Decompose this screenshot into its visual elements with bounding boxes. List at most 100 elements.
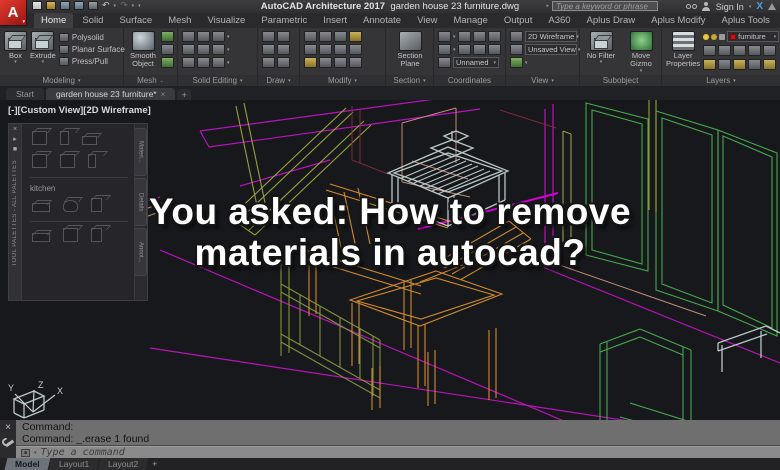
layer-match-icon[interactable] xyxy=(748,45,762,56)
tab-aplus-modify[interactable]: Aplus Modify xyxy=(644,13,712,28)
ucs-3point-icon[interactable] xyxy=(487,44,501,55)
extract-edges-icon[interactable] xyxy=(197,57,210,68)
viewport-config-icon[interactable] xyxy=(510,57,523,68)
ucs-icon[interactable]: Y Z X xyxy=(8,380,63,413)
rotate-icon[interactable] xyxy=(319,31,332,42)
tab-surface[interactable]: Surface xyxy=(112,13,159,28)
tab-output[interactable]: Output xyxy=(497,13,540,28)
layer-on-icon[interactable] xyxy=(703,33,710,40)
arc-icon[interactable] xyxy=(277,31,290,42)
file-tab-active[interactable]: garden house 23 furniture* × xyxy=(45,88,176,100)
polyline-icon[interactable] xyxy=(277,44,290,55)
circle-icon[interactable] xyxy=(262,44,275,55)
layer-on-all-icon[interactable] xyxy=(733,59,747,70)
layer-prev-icon[interactable] xyxy=(763,45,777,56)
sign-in-caret-icon[interactable]: ▾ xyxy=(749,4,752,10)
smooth-object-button[interactable]: Smooth Object xyxy=(128,31,158,69)
ucs-z-icon[interactable] xyxy=(487,31,501,42)
layer-unisolate-icon[interactable] xyxy=(703,59,717,70)
tab-home[interactable]: Home xyxy=(34,13,74,28)
layer-lock-icon[interactable] xyxy=(719,33,726,40)
exchange-apps-icon[interactable]: X xyxy=(756,1,763,12)
panel-label-modify[interactable]: Modify ▾ xyxy=(300,75,385,86)
rectangle-icon[interactable] xyxy=(262,57,275,68)
tab-visualize[interactable]: Visualize xyxy=(200,13,252,28)
palette-block-icon[interactable] xyxy=(32,131,47,145)
command-input[interactable]: ■ ▾ Type a command xyxy=(16,446,780,458)
palette-block-icon[interactable] xyxy=(82,136,97,145)
tab-manage[interactable]: Manage xyxy=(446,13,494,28)
intersect-icon[interactable] xyxy=(182,44,195,55)
search-input[interactable]: Type a keyword or phrase xyxy=(552,1,658,11)
tab-insert[interactable]: Insert xyxy=(316,13,354,28)
palette-tab-materials[interactable]: Materi... xyxy=(135,128,147,176)
visual-style-dropdown[interactable]: 2D Wireframe ▾ xyxy=(525,31,579,42)
press-pull-button[interactable]: Press/Pull xyxy=(58,57,125,66)
layer-off-icon[interactable] xyxy=(733,45,747,56)
palette-close-icon[interactable]: × xyxy=(13,126,17,133)
line-icon[interactable] xyxy=(262,31,275,42)
sign-in-button[interactable]: Sign In xyxy=(716,2,744,12)
close-file-icon[interactable]: × xyxy=(161,90,166,99)
interfere-icon[interactable] xyxy=(182,57,195,68)
tab-annotate[interactable]: Annotate xyxy=(356,13,408,28)
layer-thaw-icon[interactable] xyxy=(711,33,718,40)
command-customize-icon[interactable] xyxy=(3,438,14,448)
panel-label-coordinates[interactable]: Coordinates xyxy=(434,75,505,86)
array-icon[interactable] xyxy=(349,57,362,68)
tab-solid[interactable]: Solid xyxy=(75,13,110,28)
trim-icon[interactable] xyxy=(334,31,347,42)
stretch-icon[interactable] xyxy=(334,44,347,55)
layer-thaw-all-icon[interactable] xyxy=(718,59,732,70)
named-view-dropdown[interactable]: Unsaved View ▾ xyxy=(525,44,580,55)
fillet-icon[interactable] xyxy=(319,44,332,55)
panel-label-modeling[interactable]: Modeling ▾ xyxy=(0,75,123,86)
ucs-icon-button[interactable] xyxy=(438,31,451,42)
layer-properties-button[interactable]: Layer Properties xyxy=(666,31,700,69)
planar-surface-button[interactable]: Planar Surface xyxy=(58,45,125,54)
shell-icon[interactable] xyxy=(212,57,225,68)
box-button[interactable]: Box ▾ xyxy=(4,31,27,66)
layer-freeze-icon[interactable] xyxy=(718,45,732,56)
ucs-named-icon[interactable] xyxy=(438,57,451,68)
move-gizmo-button[interactable]: Move Gizmo ▾ xyxy=(624,31,658,74)
tab-view[interactable]: View xyxy=(410,13,444,28)
ucs-object-icon[interactable] xyxy=(457,44,471,55)
panel-label-view[interactable]: View ▾ xyxy=(506,75,579,86)
palette-block-icon[interactable] xyxy=(88,154,96,168)
new-drawing-button[interactable]: + xyxy=(177,89,192,100)
layout2-tab[interactable]: Layout2 xyxy=(97,458,149,470)
model-tab[interactable]: Model xyxy=(4,458,51,470)
panel-label-section[interactable]: Section ▾ xyxy=(386,75,433,86)
polysolid-button[interactable]: Polysolid xyxy=(58,33,125,42)
apps-icon[interactable] xyxy=(768,3,776,10)
layer-dropdown[interactable]: furniture ▾ xyxy=(727,31,780,42)
erase-icon[interactable] xyxy=(304,57,317,68)
union-icon[interactable] xyxy=(182,31,195,42)
panel-label-draw[interactable]: Draw ▾ xyxy=(258,75,299,86)
viewport-controls[interactable]: [-][Custom View][2D Wireframe] xyxy=(8,105,151,116)
ucs-origin-icon[interactable] xyxy=(472,31,486,42)
ucs-face-icon[interactable] xyxy=(472,44,486,55)
file-tab-start[interactable]: Start xyxy=(6,88,44,100)
search-collapse-icon[interactable]: ▸ xyxy=(546,3,549,9)
tab-mesh[interactable]: Mesh xyxy=(161,13,198,28)
mesh-tool-icon[interactable] xyxy=(161,44,174,55)
command-recent-icon[interactable]: ■ xyxy=(21,448,30,457)
command-close-icon[interactable]: × xyxy=(5,423,11,433)
mirror-icon[interactable] xyxy=(304,44,317,55)
tab-aplus-tools[interactable]: Aplus Tools xyxy=(715,13,777,28)
extrude-button[interactable]: Extrude ▾ xyxy=(30,31,56,66)
tab-parametric[interactable]: Parametric xyxy=(254,13,314,28)
palette-block-icon[interactable] xyxy=(60,131,69,145)
scale-icon[interactable] xyxy=(349,44,362,55)
move-icon[interactable] xyxy=(304,31,317,42)
panel-label-mesh[interactable]: Mesh ⌄ xyxy=(124,75,177,86)
mesh-tool-icon[interactable] xyxy=(161,57,174,68)
explode-icon[interactable] xyxy=(319,57,332,68)
search-go-icon[interactable] xyxy=(685,4,697,9)
panel-label-subobject[interactable]: Subobject xyxy=(580,75,661,86)
tab-aplus-draw[interactable]: Aplus Draw xyxy=(580,13,643,28)
layer-isolate-icon[interactable] xyxy=(703,45,717,56)
tab-a360[interactable]: A360 xyxy=(541,13,577,28)
